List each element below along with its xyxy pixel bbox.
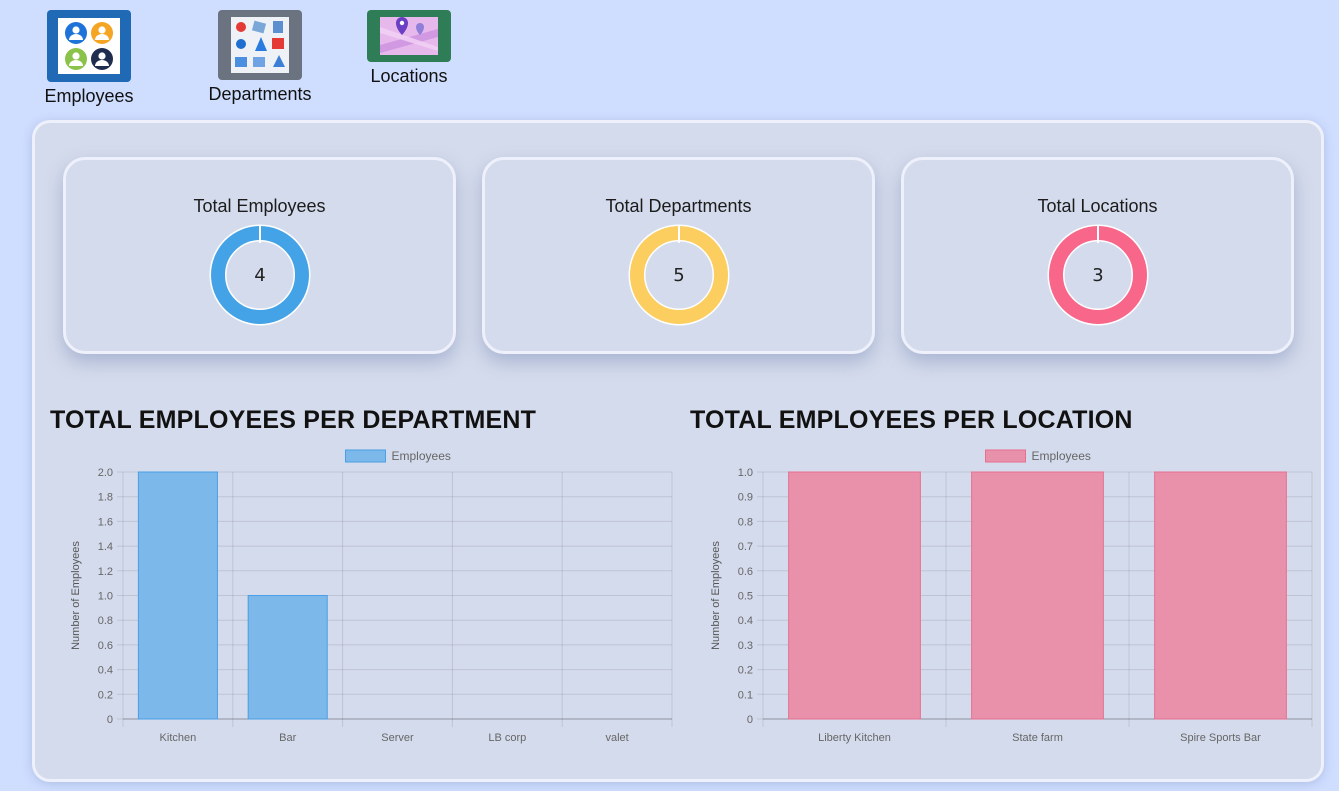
loc-xtick-label: State farm (1012, 732, 1063, 744)
dept-ytick-label: 0.4 (98, 665, 113, 677)
dept-ytick-label: 1.8 (98, 492, 113, 504)
loc-ytick-label: 0.6 (738, 566, 753, 578)
loc-ytick-label: 0.8 (738, 516, 753, 528)
loc-ytick-label: 0.3 (738, 640, 753, 652)
loc-ytick-label: 0.1 (738, 689, 753, 701)
employees-avatars-icon[interactable] (47, 10, 131, 82)
loc-y-axis-title: Number of Employees (710, 541, 722, 650)
department-chart-title: TOTAL EMPLOYEES PER DEPARTMENT (50, 406, 537, 434)
dept-ytick-label: 1.4 (98, 541, 113, 553)
dept-ytick-label: 1.2 (98, 566, 113, 578)
dept-xtick-label: valet (605, 732, 628, 744)
loc-ytick-label: 0 (747, 714, 753, 726)
stat-title-locations: Total Locations (1037, 196, 1158, 216)
departments-grid-icon[interactable] (218, 10, 302, 80)
dept-xtick-label: LB corp (488, 732, 526, 744)
dept-ytick-label: 0.6 (98, 640, 113, 652)
stat-title-departments: Total Departments (605, 196, 752, 216)
dept-ytick-label: 0.2 (98, 689, 113, 701)
dept-bar-bar[interactable] (247, 595, 328, 720)
nav-label-locations: Locations (370, 66, 448, 86)
loc-ytick-label: 0.9 (738, 492, 753, 504)
loc-xtick-label: Liberty Kitchen (818, 732, 891, 744)
dept-legend-swatch (345, 449, 386, 463)
nav-label-employees: Employees (44, 86, 134, 106)
stat-card-employees: Total Employees 4 (63, 157, 456, 354)
dept-bar-kitchen[interactable] (137, 471, 218, 720)
employees-donut-chart: 4 (209, 224, 310, 326)
loc-ytick-label: 1.0 (738, 467, 753, 479)
dept-legend[interactable]: Employees (345, 449, 451, 463)
nav-locations[interactable]: Locations (365, 10, 453, 87)
dept-legend-label: Employees (392, 449, 451, 463)
nav-employees[interactable]: Employees (42, 10, 136, 107)
dept-ytick-label: 1.0 (98, 591, 113, 603)
loc-legend[interactable]: Employees (985, 449, 1091, 463)
nav-departments[interactable]: Departments (203, 10, 317, 105)
stat-card-locations: Total Locations 3 (901, 157, 1294, 354)
locations-map-pin-icon[interactable] (367, 10, 451, 62)
dept-xtick-label: Bar (279, 732, 296, 744)
location-chart-title: TOTAL EMPLOYEES PER LOCATION (690, 406, 1133, 434)
loc-ytick-label: 0.4 (738, 615, 753, 627)
loc-legend-swatch (985, 449, 1026, 463)
dept-xtick-label: Server (381, 732, 414, 744)
locations-donut-chart: 3 (1047, 224, 1148, 326)
dashboard-panel: Total Employees 4 Total Departments 5 To… (32, 120, 1324, 782)
departments-donut-chart: 5 (628, 224, 729, 326)
department-bar-chart: Employees 0 0.2 0.4 0.6 0.8 1.0 1.2 1.4 1.6 1.8 2.0… (70, 449, 673, 744)
loc-bar-state-farm[interactable] (971, 471, 1104, 720)
dept-ytick-label: 0.8 (98, 615, 113, 627)
loc-legend-label: Employees (1032, 449, 1091, 463)
loc-ytick-label: 0.5 (738, 591, 753, 603)
stat-value-employees: 4 (254, 265, 265, 286)
loc-ytick-label: 0.2 (738, 665, 753, 677)
stat-value-departments: 5 (673, 265, 684, 286)
dept-ytick-label: 1.6 (98, 516, 113, 528)
nav-label-departments: Departments (208, 84, 312, 104)
location-bar-chart: Employees 0 0.1 0.2 0.3 0.4 0.5 0.6 0.7 0.8 0.9 1.0… (710, 449, 1313, 744)
dept-xtick-label: Kitchen (160, 732, 197, 744)
dept-ytick-label: 2.0 (98, 467, 113, 479)
loc-bar-liberty-kitchen[interactable] (788, 471, 921, 720)
stat-title-employees: Total Employees (193, 196, 326, 216)
dept-y-axis-title: Number of Employees (70, 541, 82, 650)
stat-value-locations: 3 (1092, 265, 1103, 286)
loc-xtick-label: Spire Sports Bar (1180, 732, 1261, 744)
stat-card-departments: Total Departments 5 (482, 157, 875, 354)
loc-bar-spire-sports-bar[interactable] (1154, 471, 1287, 720)
loc-ytick-label: 0.7 (738, 541, 753, 553)
dept-ytick-label: 0 (107, 714, 113, 726)
